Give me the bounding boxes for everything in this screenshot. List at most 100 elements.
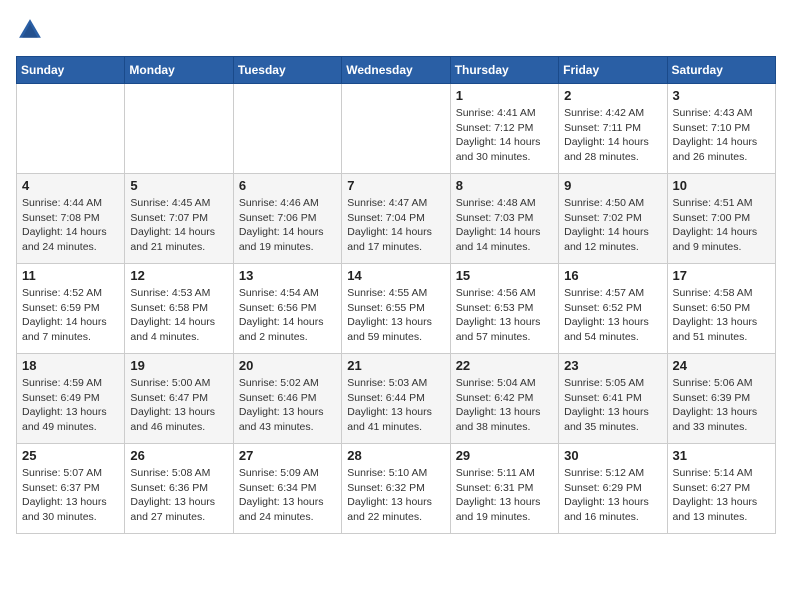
day-number: 22 <box>456 358 553 373</box>
day-cell: 12 Sunrise: 4:53 AM Sunset: 6:58 PM Dayli… <box>125 264 233 354</box>
day-cell: 19 Sunrise: 5:00 AM Sunset: 6:47 PM Dayli… <box>125 354 233 444</box>
day-info: Sunrise: 4:45 AM Sunset: 7:07 PM Dayligh… <box>130 196 227 255</box>
calendar-table: SundayMondayTuesdayWednesdayThursdayFrid… <box>16 56 776 534</box>
day-info: Sunrise: 4:53 AM Sunset: 6:58 PM Dayligh… <box>130 286 227 345</box>
day-cell: 2 Sunrise: 4:42 AM Sunset: 7:11 PM Daylig… <box>559 84 667 174</box>
day-cell: 25Sunrise: 5:07 AM Sunset: 6:37 PM Dayli… <box>17 444 125 534</box>
day-info: Sunrise: 4:44 AM Sunset: 7:08 PM Dayligh… <box>22 196 119 255</box>
day-info: Sunrise: 4:50 AM Sunset: 7:02 PM Dayligh… <box>564 196 661 255</box>
day-cell: 29 Sunrise: 5:11 AM Sunset: 6:31 PM Dayli… <box>450 444 558 534</box>
day-cell <box>17 84 125 174</box>
day-number: 6 <box>239 178 336 193</box>
day-info: Sunrise: 4:59 AM Sunset: 6:49 PM Dayligh… <box>22 376 119 435</box>
day-cell: 27 Sunrise: 5:09 AM Sunset: 6:34 PM Dayli… <box>233 444 341 534</box>
logo <box>16 16 48 44</box>
day-cell: 14 Sunrise: 4:55 AM Sunset: 6:55 PM Dayli… <box>342 264 450 354</box>
day-number: 12 <box>130 268 227 283</box>
day-number: 2 <box>564 88 661 103</box>
day-info: Sunrise: 5:08 AM Sunset: 6:36 PM Dayligh… <box>130 466 227 525</box>
day-info: Sunrise: 5:10 AM Sunset: 6:32 PM Dayligh… <box>347 466 444 525</box>
day-cell: 7 Sunrise: 4:47 AM Sunset: 7:04 PM Daylig… <box>342 174 450 264</box>
day-number: 29 <box>456 448 553 463</box>
day-number: 10 <box>673 178 770 193</box>
day-number: 23 <box>564 358 661 373</box>
header-cell-saturday: Saturday <box>667 57 775 84</box>
day-info: Sunrise: 5:06 AM Sunset: 6:39 PM Dayligh… <box>673 376 770 435</box>
day-number: 31 <box>673 448 770 463</box>
header-cell-thursday: Thursday <box>450 57 558 84</box>
day-info: Sunrise: 4:52 AM Sunset: 6:59 PM Dayligh… <box>22 286 119 345</box>
day-info: Sunrise: 4:41 AM Sunset: 7:12 PM Dayligh… <box>456 106 553 165</box>
day-info: Sunrise: 5:05 AM Sunset: 6:41 PM Dayligh… <box>564 376 661 435</box>
day-cell: 23 Sunrise: 5:05 AM Sunset: 6:41 PM Dayli… <box>559 354 667 444</box>
day-info: Sunrise: 4:55 AM Sunset: 6:55 PM Dayligh… <box>347 286 444 345</box>
day-number: 28 <box>347 448 444 463</box>
day-number: 15 <box>456 268 553 283</box>
day-info: Sunrise: 5:11 AM Sunset: 6:31 PM Dayligh… <box>456 466 553 525</box>
day-cell <box>233 84 341 174</box>
day-number: 16 <box>564 268 661 283</box>
header-cell-monday: Monday <box>125 57 233 84</box>
day-info: Sunrise: 4:46 AM Sunset: 7:06 PM Dayligh… <box>239 196 336 255</box>
day-number: 11 <box>22 268 119 283</box>
day-info: Sunrise: 4:47 AM Sunset: 7:04 PM Dayligh… <box>347 196 444 255</box>
day-number: 5 <box>130 178 227 193</box>
day-cell: 6 Sunrise: 4:46 AM Sunset: 7:06 PM Daylig… <box>233 174 341 264</box>
day-number: 9 <box>564 178 661 193</box>
day-number: 26 <box>130 448 227 463</box>
week-row-5: 25Sunrise: 5:07 AM Sunset: 6:37 PM Dayli… <box>17 444 776 534</box>
header-cell-friday: Friday <box>559 57 667 84</box>
day-info: Sunrise: 4:57 AM Sunset: 6:52 PM Dayligh… <box>564 286 661 345</box>
day-info: Sunrise: 5:00 AM Sunset: 6:47 PM Dayligh… <box>130 376 227 435</box>
day-cell: 21 Sunrise: 5:03 AM Sunset: 6:44 PM Dayli… <box>342 354 450 444</box>
day-number: 17 <box>673 268 770 283</box>
day-cell: 16 Sunrise: 4:57 AM Sunset: 6:52 PM Dayli… <box>559 264 667 354</box>
page-header <box>16 16 776 44</box>
day-info: Sunrise: 4:54 AM Sunset: 6:56 PM Dayligh… <box>239 286 336 345</box>
day-number: 13 <box>239 268 336 283</box>
day-number: 3 <box>673 88 770 103</box>
day-cell: 30Sunrise: 5:12 AM Sunset: 6:29 PM Dayli… <box>559 444 667 534</box>
day-cell <box>342 84 450 174</box>
day-cell: 1 Sunrise: 4:41 AM Sunset: 7:12 PM Daylig… <box>450 84 558 174</box>
day-cell <box>125 84 233 174</box>
header-row: SundayMondayTuesdayWednesdayThursdayFrid… <box>17 57 776 84</box>
day-cell: 28 Sunrise: 5:10 AM Sunset: 6:32 PM Dayli… <box>342 444 450 534</box>
day-number: 1 <box>456 88 553 103</box>
day-cell: 15 Sunrise: 4:56 AM Sunset: 6:53 PM Dayli… <box>450 264 558 354</box>
day-cell: 5 Sunrise: 4:45 AM Sunset: 7:07 PM Daylig… <box>125 174 233 264</box>
day-cell: 11 Sunrise: 4:52 AM Sunset: 6:59 PM Dayli… <box>17 264 125 354</box>
day-info: Sunrise: 5:04 AM Sunset: 6:42 PM Dayligh… <box>456 376 553 435</box>
day-info: Sunrise: 5:03 AM Sunset: 6:44 PM Dayligh… <box>347 376 444 435</box>
day-info: Sunrise: 5:09 AM Sunset: 6:34 PM Dayligh… <box>239 466 336 525</box>
day-number: 19 <box>130 358 227 373</box>
day-cell: 9 Sunrise: 4:50 AM Sunset: 7:02 PM Daylig… <box>559 174 667 264</box>
day-cell: 4Sunrise: 4:44 AM Sunset: 7:08 PM Daylig… <box>17 174 125 264</box>
day-number: 25 <box>22 448 119 463</box>
day-number: 14 <box>347 268 444 283</box>
day-cell: 24 Sunrise: 5:06 AM Sunset: 6:39 PM Dayli… <box>667 354 775 444</box>
day-number: 21 <box>347 358 444 373</box>
day-cell: 18 Sunrise: 4:59 AM Sunset: 6:49 PM Dayli… <box>17 354 125 444</box>
day-number: 8 <box>456 178 553 193</box>
day-info: Sunrise: 4:51 AM Sunset: 7:00 PM Dayligh… <box>673 196 770 255</box>
day-info: Sunrise: 5:12 AM Sunset: 6:29 PM Dayligh… <box>564 466 661 525</box>
day-info: Sunrise: 5:02 AM Sunset: 6:46 PM Dayligh… <box>239 376 336 435</box>
day-info: Sunrise: 4:48 AM Sunset: 7:03 PM Dayligh… <box>456 196 553 255</box>
header-cell-sunday: Sunday <box>17 57 125 84</box>
day-cell: 17Sunrise: 4:58 AM Sunset: 6:50 PM Dayli… <box>667 264 775 354</box>
header-cell-wednesday: Wednesday <box>342 57 450 84</box>
day-number: 18 <box>22 358 119 373</box>
day-number: 24 <box>673 358 770 373</box>
day-info: Sunrise: 4:42 AM Sunset: 7:11 PM Dayligh… <box>564 106 661 165</box>
day-cell: 13 Sunrise: 4:54 AM Sunset: 6:56 PM Dayli… <box>233 264 341 354</box>
day-cell: 10 Sunrise: 4:51 AM Sunset: 7:00 PM Dayli… <box>667 174 775 264</box>
day-info: Sunrise: 5:14 AM Sunset: 6:27 PM Dayligh… <box>673 466 770 525</box>
logo-icon <box>16 16 44 44</box>
day-info: Sunrise: 4:56 AM Sunset: 6:53 PM Dayligh… <box>456 286 553 345</box>
day-cell: 3Sunrise: 4:43 AM Sunset: 7:10 PM Daylig… <box>667 84 775 174</box>
week-row-1: 1 Sunrise: 4:41 AM Sunset: 7:12 PM Daylig… <box>17 84 776 174</box>
day-number: 7 <box>347 178 444 193</box>
day-number: 27 <box>239 448 336 463</box>
day-number: 20 <box>239 358 336 373</box>
